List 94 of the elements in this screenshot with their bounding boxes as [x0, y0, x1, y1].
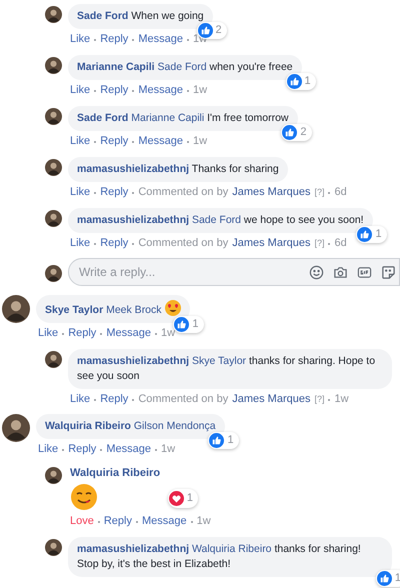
avatar[interactable]	[45, 108, 62, 125]
note-text: Commented on by	[138, 237, 228, 250]
help-link[interactable]: [?]	[314, 237, 324, 250]
mention-link[interactable]: Marianne Capili	[131, 112, 204, 124]
action-link[interactable]: Reply	[100, 186, 128, 199]
like-icon	[357, 227, 372, 242]
mention-link[interactable]: Sade Ford	[192, 214, 241, 226]
love-link[interactable]: Love	[70, 515, 94, 528]
author-link[interactable]: mamasushielizabethnj	[77, 543, 190, 555]
like-link[interactable]: Like	[70, 33, 90, 46]
author-link[interactable]: mamasushielizabethnj	[77, 355, 190, 367]
author-link[interactable]: mamasushielizabethnj	[77, 214, 190, 226]
timestamp: 1w	[160, 327, 176, 340]
author-link[interactable]: Walquiria Ribeiro	[45, 420, 131, 432]
avatar[interactable]	[2, 414, 30, 442]
sticker-icon[interactable]	[381, 265, 396, 280]
help-link[interactable]: [?]	[314, 186, 324, 199]
avatar[interactable]	[45, 159, 62, 176]
action-link[interactable]: Message	[138, 33, 183, 46]
comment-text: Marianne Capili Sade Ford when you're freee	[77, 60, 293, 75]
mention-link[interactable]: Meek Brock	[106, 304, 162, 316]
avatar[interactable]	[45, 351, 62, 368]
timestamp: 1w	[192, 84, 208, 97]
like-icon	[209, 433, 224, 448]
reaction-count[interactable]: 1	[168, 489, 198, 508]
action-link[interactable]: Reply	[104, 515, 132, 528]
like-link[interactable]: Like	[70, 84, 90, 97]
gif-icon[interactable]	[357, 265, 372, 280]
author-link[interactable]: Sade Ford	[77, 112, 128, 124]
like-link[interactable]: Like	[70, 135, 90, 148]
smiley-icon[interactable]	[309, 265, 324, 280]
author-link[interactable]: mamasushielizabethnj	[77, 163, 190, 175]
mention-link[interactable]: Skye Taylor	[192, 355, 246, 367]
reaction-count[interactable]: 1	[286, 73, 316, 90]
reaction-count[interactable]: 1	[208, 432, 239, 449]
reaction-count[interactable]: 1	[173, 316, 204, 333]
action-link[interactable]: Message	[106, 443, 151, 456]
action-link[interactable]: Message	[138, 84, 183, 97]
like-link[interactable]: Like	[38, 327, 58, 340]
like-icon	[376, 571, 392, 586]
avatar[interactable]	[45, 6, 62, 23]
like-link[interactable]: Like	[38, 443, 58, 456]
camera-icon[interactable]	[333, 265, 348, 280]
author-link[interactable]: Skye Taylor	[45, 304, 104, 316]
action-link[interactable]: Reply	[100, 33, 128, 46]
comment-text: Sade Ford Marianne Capili I'm free tomorrow	[77, 111, 288, 126]
like-icon	[282, 125, 298, 140]
timestamp: 1w	[334, 393, 349, 406]
note-text: Commented on by	[138, 186, 228, 199]
note-text: Commented on by	[138, 393, 228, 406]
avatar[interactable]	[45, 539, 62, 556]
author-name[interactable]: Walquiria Ribeiro	[68, 465, 160, 481]
timestamp: 6d	[334, 237, 347, 250]
avatar[interactable]	[2, 295, 30, 323]
action-link[interactable]: Reply	[100, 237, 128, 250]
action-link[interactable]: Reply	[68, 327, 96, 340]
like-link[interactable]: Like	[70, 186, 90, 199]
mention-link[interactable]: Gilson Mendonça	[134, 420, 216, 432]
action-link[interactable]: Reply	[100, 84, 128, 97]
author-link[interactable]: James Marques	[232, 237, 310, 250]
mention-link[interactable]: Sade Ford	[158, 61, 207, 73]
like-link[interactable]: Like	[70, 237, 90, 250]
help-link[interactable]: [?]	[314, 393, 324, 406]
avatar[interactable]	[45, 210, 62, 227]
mention-link[interactable]: Walquiria Ribeiro	[192, 543, 272, 555]
author-link[interactable]: James Marques	[232, 393, 310, 406]
timestamp: 1w	[160, 443, 176, 456]
timestamp: 1w	[192, 135, 208, 148]
reaction-count[interactable]: 1	[356, 226, 387, 243]
like-icon	[286, 74, 302, 89]
action-link[interactable]: Message	[106, 327, 151, 340]
avatar[interactable]	[45, 57, 62, 74]
comment-text: Sade Ford When we going	[77, 9, 204, 24]
avatar[interactable]	[45, 264, 62, 282]
author-link[interactable]: Sade Ford	[77, 10, 128, 22]
comment-text: mamasushielizabethnj Skye Taylor thanks for sharing. Hope to see you soon	[77, 354, 376, 384]
comment-text: mamasushielizabethnj Walquiria Ribeiro thanks for sharing! Stop by, it's the best in Elizabeth!	[77, 542, 362, 572]
sticker-icon	[70, 483, 98, 511]
comment-text: mamasushielizabethnj Thanks for sharing	[77, 162, 279, 177]
action-link[interactable]: Reply	[100, 135, 128, 148]
timestamp: 6d	[334, 186, 347, 199]
comment-text: mamasushielizabethnj Sade Ford we hope to see you soon!	[77, 213, 364, 228]
author-link[interactable]: Marianne Capili	[77, 61, 155, 73]
action-link[interactable]: Message	[142, 515, 187, 528]
reaction-count[interactable]: 2	[281, 124, 312, 141]
like-link[interactable]: Like	[70, 393, 90, 406]
avatar[interactable]	[45, 467, 62, 484]
like-icon	[174, 317, 190, 332]
author-link[interactable]: James Marques	[232, 186, 310, 199]
timestamp: 1w	[196, 515, 211, 528]
action-link[interactable]: Reply	[68, 443, 96, 456]
reply-field[interactable]: Write a reply...	[68, 258, 400, 286]
action-link[interactable]: Message	[138, 135, 183, 148]
action-link[interactable]: Reply	[100, 393, 128, 406]
